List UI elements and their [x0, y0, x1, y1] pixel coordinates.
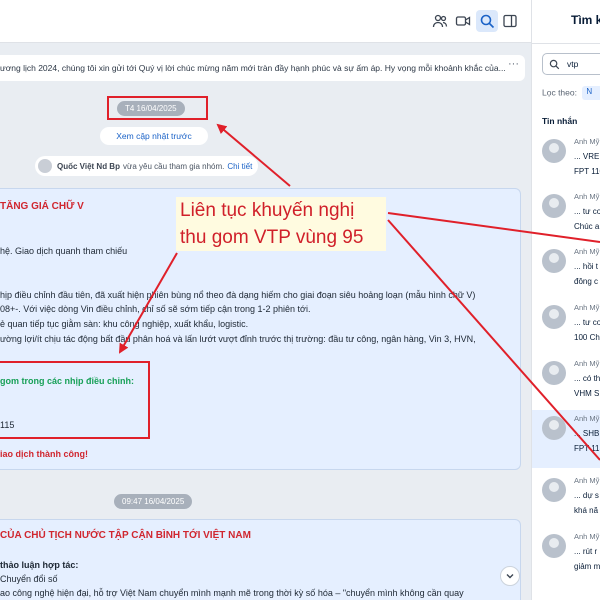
avatar — [38, 159, 52, 173]
avatar — [542, 249, 566, 273]
filter-bar: Lọc theo: N — [542, 86, 600, 100]
message-bubble[interactable]: CỦA CHỦ TỊCH NƯỚC TẬP CẬN BÌNH TỚI VIỆT … — [0, 519, 521, 600]
pinned-message-text: ương lịch 2024, chúng tôi xin gửi tới Qu… — [0, 63, 506, 73]
result-sender: Anh Mỹ — [574, 414, 600, 423]
avatar — [542, 305, 566, 329]
avatar — [542, 194, 566, 218]
chevron-down-icon — [506, 574, 514, 579]
avatar — [542, 478, 566, 502]
message-success: iao dịch thành công! — [0, 449, 88, 459]
chat-header — [0, 0, 531, 43]
date-separator: 09:47 16/04/2025 — [114, 494, 193, 509]
avatar — [542, 361, 566, 385]
search-panel: Tìm kiếm vtp Lọc theo: N Tin nhắn Anh Mỹ… — [531, 0, 600, 600]
search-query: vtp — [567, 59, 579, 69]
result-snippet: giảm m — [574, 562, 600, 571]
filter-value: N — [586, 87, 593, 96]
result-sender: Anh Mỹ — [574, 303, 600, 312]
join-request-name: Quốc Việt Nd Bp — [57, 161, 120, 171]
message-line: hịp điều chỉnh đầu tiên, đã xuất hiện ph… — [0, 290, 476, 300]
more-options-icon[interactable]: ··· — [508, 58, 519, 70]
add-member-icon[interactable] — [429, 10, 451, 32]
avatar — [542, 139, 566, 163]
message-line: Chuyển đổi số — [0, 574, 58, 584]
message-line: hệ. Giao dịch quanh tham chiếu — [0, 246, 128, 256]
search-result[interactable]: Anh Mỹ ... tư cơ 100 Ch — [532, 299, 600, 355]
message-line: 08+-. Với việc dòng Vin điều chỉnh, chỉ … — [0, 304, 311, 314]
result-sender: Anh Mỹ — [574, 359, 600, 368]
annotation-box-recommendation — [0, 361, 150, 439]
filter-dropdown[interactable]: N — [582, 86, 600, 100]
result-snippet: đông c — [574, 277, 599, 286]
video-call-icon[interactable] — [452, 10, 474, 32]
avatar — [542, 416, 566, 440]
result-snippet: ... rút r — [574, 547, 598, 556]
search-input[interactable]: vtp — [542, 53, 600, 75]
search-result[interactable]: Anh Mỹ ... dự s khá nă — [532, 472, 600, 528]
pinned-message[interactable]: ương lịch 2024, chúng tôi xin gửi tới Qu… — [0, 55, 525, 81]
search-result-selected[interactable]: Anh Mỹ ... SHB FPT 115 — [532, 410, 600, 468]
result-snippet: ... VRE — [574, 152, 600, 161]
result-snippet: FPT 115 — [574, 444, 600, 453]
result-snippet: VHM S — [574, 389, 600, 398]
chat-pane: ương lịch 2024, chúng tôi xin gửi tới Qu… — [0, 0, 531, 600]
result-snippet: ... tư cơ — [574, 318, 600, 327]
search-result[interactable]: Anh Mỹ ... VRE FPT 110 — [532, 133, 600, 189]
details-link[interactable]: Chi tiết — [227, 162, 252, 171]
scroll-down-button[interactable] — [500, 566, 520, 586]
join-request-text: vừa yêu cầu tham gia nhóm. — [122, 161, 225, 171]
result-snippet: ... tư cơ — [574, 207, 600, 216]
message-line: ẻ quan tiếp tục giằm sàn: khu công nghiệ… — [0, 319, 249, 329]
search-icon[interactable] — [476, 10, 498, 32]
result-snippet: khá nă — [574, 506, 599, 515]
message-title: CỦA CHỦ TỊCH NƯỚC TẬP CẬN BÌNH TỚI VIỆT … — [0, 530, 251, 541]
message-line: ường lợi/ít chịu tác động bất đầu phân h… — [0, 334, 476, 344]
message-line: thảo luận hợp tác: — [0, 560, 79, 570]
search-result[interactable]: Anh Mỹ ... rút r giảm m — [532, 528, 600, 584]
result-snippet: ... hồi t — [574, 262, 599, 271]
result-snippet: Chúc a — [574, 222, 600, 231]
result-sender: Anh Mỹ — [574, 137, 600, 146]
result-sender: Anh Mỹ — [574, 476, 600, 485]
load-older-button[interactable]: Xem cập nhật trước — [100, 127, 208, 145]
result-snippet: FPT 110 — [574, 167, 600, 176]
result-snippet: ... có th — [574, 374, 600, 383]
search-icon — [549, 59, 560, 69]
result-sender: Anh Mỹ — [574, 532, 600, 541]
avatar — [542, 534, 566, 558]
search-result[interactable]: Anh Mỹ ... tư cơ Chúc a — [532, 188, 600, 244]
annotation-box-date — [107, 96, 208, 120]
result-snippet: ... dự s — [574, 491, 599, 500]
search-result[interactable]: Anh Mỹ ... hồi t đông c — [532, 243, 600, 299]
message-title: TĂNG GIÁ CHỮ V — [0, 201, 84, 212]
result-sender: Anh Mỹ — [574, 247, 600, 256]
message-line: ao công nghệ hiện đại, hỗ trợ Việt Nam c… — [0, 588, 464, 598]
result-snippet: ... SHB — [574, 429, 600, 438]
divider — [532, 43, 600, 44]
search-panel-title: Tìm kiếm — [571, 13, 600, 27]
result-snippet: 100 Ch — [574, 333, 600, 342]
filter-label: Lọc theo: — [542, 87, 577, 98]
sidebar-toggle-icon[interactable] — [499, 10, 521, 32]
result-sender: Anh Mỹ — [574, 192, 600, 201]
results-section-title: Tin nhắn — [542, 116, 578, 126]
join-request-notice: Quốc Việt Nd Bp vừa yêu cầu tham gia nhó… — [35, 156, 259, 176]
search-result[interactable]: Anh Mỹ ... có th VHM S — [532, 355, 600, 411]
annotation-callout: Liên tục khuyến nghị thu gom VTP vùng 95 — [176, 197, 386, 251]
